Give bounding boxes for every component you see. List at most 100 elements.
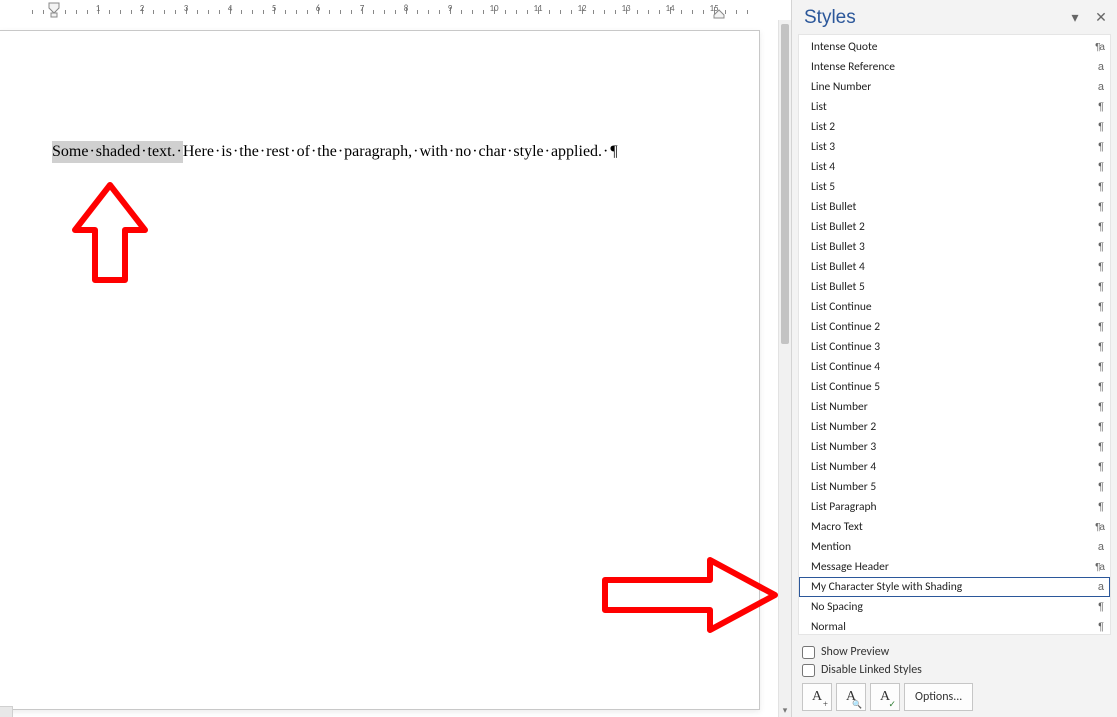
shaded-word[interactable]: shaded [96, 141, 148, 163]
style-item[interactable]: List Paragraph [799, 497, 1110, 517]
plain-word[interactable]: paragraph, [344, 141, 419, 163]
disable-linked-checkbox[interactable] [802, 664, 815, 677]
pilcrow-icon: ¶ [609, 141, 617, 163]
style-item[interactable]: List Number 2 [799, 417, 1110, 437]
style-inspector-button[interactable]: A 🔍 [836, 683, 866, 711]
style-item-name: List Bullet 5 [811, 280, 865, 294]
ruler-label: 10 [489, 3, 498, 14]
pane-menu-icon[interactable]: ▾ [1067, 9, 1083, 26]
shaded-word[interactable]: text. [148, 141, 183, 163]
style-item-name: List Number 2 [811, 420, 876, 434]
disable-linked-checkbox-row[interactable]: Disable Linked Styles [802, 661, 1109, 679]
style-item-name: My Character Style with Shading [811, 580, 962, 594]
style-item[interactable]: List Bullet 2 [799, 217, 1110, 237]
style-item-name: Message Header [811, 560, 889, 574]
character-style-icon [1090, 61, 1104, 73]
new-style-button[interactable]: A + [802, 683, 832, 711]
plain-word[interactable]: the [317, 141, 344, 163]
plain-word[interactable]: with [419, 141, 455, 163]
style-item[interactable]: List Continue 3 [799, 337, 1110, 357]
show-preview-checkbox-row[interactable]: Show Preview [802, 643, 1109, 661]
plain-word[interactable]: char [479, 141, 514, 163]
plain-word[interactable]: style [513, 141, 551, 163]
right-indent-marker[interactable] [713, 9, 725, 19]
paragraph-style-icon [1090, 181, 1104, 193]
style-item[interactable]: List Number 3 [799, 437, 1110, 457]
style-item[interactable]: Macro Text [799, 517, 1110, 537]
manage-styles-button[interactable]: A ✓ [870, 683, 900, 711]
style-item[interactable]: Message Header [799, 557, 1110, 577]
style-item-name: List 3 [811, 140, 835, 154]
style-item[interactable]: List Number [799, 397, 1110, 417]
style-item-name: List Continue 4 [811, 360, 880, 374]
style-item[interactable]: Mention [799, 537, 1110, 557]
plain-word[interactable]: rest [266, 141, 296, 163]
linked-style-icon [1090, 41, 1104, 53]
left-indent-marker[interactable] [48, 2, 60, 18]
character-style-icon [1090, 581, 1104, 593]
paragraph-style-icon [1090, 401, 1104, 413]
style-item-name: No Spacing [811, 600, 863, 614]
shaded-word[interactable]: Some [52, 141, 96, 163]
paragraph-style-icon [1090, 121, 1104, 133]
horizontal-ruler[interactable]: 123456789101112131415 [0, 0, 791, 21]
paragraph-style-icon [1090, 481, 1104, 493]
ruler-label: 9 [448, 3, 453, 14]
style-item-name: List Continue 2 [811, 320, 880, 334]
paragraph-style-icon [1090, 161, 1104, 173]
style-item[interactable]: List Number 5 [799, 477, 1110, 497]
style-item-name: List Bullet 3 [811, 240, 865, 254]
paragraph-style-icon [1090, 381, 1104, 393]
paragraph-style-icon [1090, 321, 1104, 333]
ruler-label: 4 [228, 3, 233, 14]
style-item[interactable]: List Bullet [799, 197, 1110, 217]
style-item[interactable]: List 3 [799, 137, 1110, 157]
style-item-name: List Number 4 [811, 460, 876, 474]
paragraph-style-icon [1090, 621, 1104, 633]
style-item-name: List Bullet 4 [811, 260, 865, 274]
paragraph-style-icon [1090, 461, 1104, 473]
style-item[interactable]: Intense Quote [799, 37, 1110, 57]
paragraph-style-icon [1090, 221, 1104, 233]
document-paragraph[interactable]: Someshadedtext.Hereistherestoftheparagra… [52, 141, 719, 163]
style-item[interactable]: My Character Style with Shading [799, 577, 1110, 597]
style-item[interactable]: List Number 4 [799, 457, 1110, 477]
style-item[interactable]: No Spacing [799, 597, 1110, 617]
document-vertical-scrollbar[interactable]: ▾ [778, 20, 791, 717]
style-item[interactable]: Normal [799, 617, 1110, 635]
style-item[interactable]: List 4 [799, 157, 1110, 177]
scrollbar-down-icon[interactable]: ▾ [779, 703, 791, 717]
pane-close-icon[interactable]: ✕ [1093, 9, 1109, 26]
ruler-label: 11 [533, 3, 542, 14]
style-item-name: List Bullet [811, 200, 856, 214]
plain-word[interactable]: of [297, 141, 318, 163]
styles-pane-header: Styles ▾ ✕ [792, 0, 1117, 34]
style-item[interactable]: List 2 [799, 117, 1110, 137]
plain-word[interactable]: Here [183, 141, 221, 163]
style-item[interactable]: List 5 [799, 177, 1110, 197]
options-button[interactable]: Options... [904, 683, 973, 711]
plain-word[interactable]: applied. [551, 141, 609, 163]
linked-style-icon [1090, 521, 1104, 533]
paragraph-style-icon [1090, 281, 1104, 293]
plain-word[interactable]: the [239, 141, 266, 163]
ruler-label: 3 [184, 3, 189, 14]
scrollbar-thumb[interactable] [781, 24, 789, 344]
style-item[interactable]: List [799, 97, 1110, 117]
paragraph-style-icon [1090, 241, 1104, 253]
style-item[interactable]: List Bullet 3 [799, 237, 1110, 257]
style-item[interactable]: List Bullet 5 [799, 277, 1110, 297]
document-resize-handle[interactable] [0, 706, 13, 717]
styles-pane: Styles ▾ ✕ Intense QuoteIntense Referenc… [791, 0, 1117, 717]
plain-word[interactable]: no [455, 141, 478, 163]
style-item[interactable]: Intense Reference [799, 57, 1110, 77]
plain-word[interactable]: is [221, 141, 239, 163]
style-item[interactable]: List Bullet 4 [799, 257, 1110, 277]
style-item[interactable]: List Continue 4 [799, 357, 1110, 377]
style-item[interactable]: List Continue [799, 297, 1110, 317]
show-preview-checkbox[interactable] [802, 646, 815, 659]
style-list[interactable]: Intense QuoteIntense ReferenceLine Numbe… [798, 34, 1111, 635]
style-item[interactable]: Line Number [799, 77, 1110, 97]
style-item[interactable]: List Continue 2 [799, 317, 1110, 337]
style-item[interactable]: List Continue 5 [799, 377, 1110, 397]
